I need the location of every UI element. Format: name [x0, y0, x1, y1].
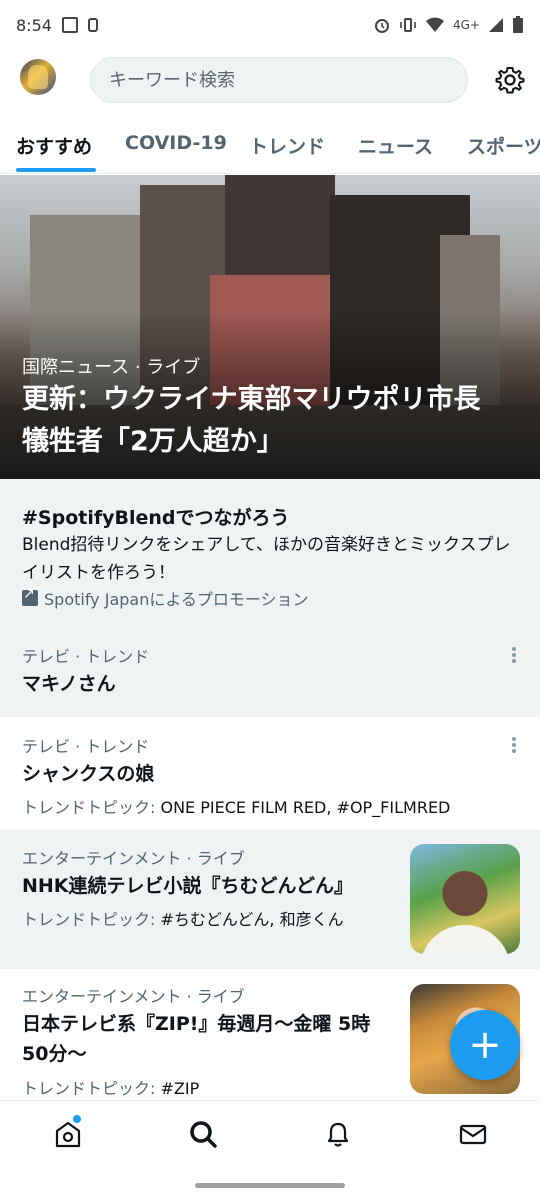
promo-description: Blend招待リンクをシェアして、ほかの音楽好きとミックスプレイリストを作ろう！ [22, 535, 511, 583]
speaker-icon [87, 18, 98, 32]
search-input[interactable] [91, 58, 467, 102]
battery-icon [513, 16, 523, 33]
trend-category: テレビ · トレンド [22, 647, 150, 666]
tab-sports[interactable]: スポーツ [467, 132, 540, 159]
more-options-icon[interactable] [508, 645, 520, 665]
plus-icon: + [468, 1022, 502, 1068]
trend-title: シャンクスの娘 [22, 763, 155, 785]
promoted-icon [22, 586, 38, 606]
trend-topics-value: #ZIP [160, 1079, 200, 1098]
section-divider [0, 479, 540, 489]
hero-news-card[interactable]: 国際ニュース · ライブ 更新：ウクライナ東部マリウポリ市長 犠牲者「2万人超か… [0, 175, 540, 479]
mail-icon[interactable] [458, 1119, 488, 1149]
news-app-icon [61, 17, 78, 33]
alarm-icon [375, 19, 389, 33]
trend-item[interactable]: エンターテインメント · ライブ NHK連続テレビ小説『ちむどんどん』 トレンド… [0, 829, 540, 969]
status-bar: 8:54 4G+ [0, 0, 540, 50]
vibrate-icon [400, 18, 416, 32]
trend-item[interactable]: テレビ · トレンド マキノさん [0, 619, 540, 717]
trend-topics: トレンドトピック: #ZIP [22, 1075, 199, 1099]
home-notification-dot [73, 1115, 81, 1123]
trend-topics-label: トレンドトピック: [22, 910, 161, 929]
search-box[interactable] [90, 57, 468, 103]
trend-title: マキノさん [22, 673, 116, 695]
hero-headline: 更新：ウクライナ東部マリウポリ市長 犠牲者「2万人超か」 [22, 384, 508, 457]
trend-topics-label: トレンドトピック: [22, 798, 161, 817]
search-icon[interactable] [188, 1119, 218, 1149]
trend-thumbnail [410, 844, 520, 954]
bottom-navigation [0, 1100, 540, 1199]
trend-topics-value: ONE PIECE FILM RED, #OP_FILMRED [160, 798, 451, 817]
promo-title: #SpotifyBlendでつながろう [22, 507, 290, 529]
trend-category: テレビ · トレンド [22, 737, 150, 756]
tab-recommended[interactable]: おすすめ [16, 132, 92, 159]
trend-category: エンターテインメント · ライブ [22, 987, 245, 1006]
header [0, 55, 540, 107]
hero-category: 国際ニュース · ライブ [22, 357, 201, 378]
promoted-trend[interactable]: #SpotifyBlendでつながろう Blend招待リンクをシェアして、ほかの… [0, 489, 540, 619]
trend-category: エンターテインメント · ライブ [22, 849, 245, 868]
trend-topics: トレンドトピック: #ちむどんどん, 和彦くん [22, 906, 344, 930]
wifi-icon [426, 17, 444, 32]
signal-icon [489, 18, 503, 32]
trend-topics: トレンドトピック: ONE PIECE FILM RED, #OP_FILMRE… [22, 794, 450, 818]
trend-title: 日本テレビ系『ZIP!』毎週月～金曜 5時50分～ [22, 1013, 371, 1065]
explore-tabs: おすすめ COVID-19 トレンド ニュース スポーツ [0, 118, 540, 174]
network-label: 4G+ [453, 18, 480, 32]
compose-button[interactable]: + [450, 1010, 520, 1080]
avatar[interactable] [20, 59, 56, 95]
trend-topics-value: #ちむどんどん, 和彦くん [160, 910, 344, 929]
trend-item[interactable]: テレビ · トレンド シャンクスの娘 トレンドトピック: ONE PIECE F… [0, 717, 540, 829]
home-icon[interactable] [53, 1119, 83, 1149]
trend-topics-label: トレンドトピック: [22, 1079, 161, 1098]
tab-news[interactable]: ニュース [358, 132, 433, 159]
bell-icon[interactable] [323, 1119, 353, 1149]
trend-title: NHK連続テレビ小説『ちむどんどん』 [22, 875, 353, 897]
gear-icon[interactable] [495, 65, 525, 95]
promoted-by-label: Spotify Japanによるプロモーション [44, 590, 309, 609]
tab-trends[interactable]: トレンド [249, 132, 325, 159]
tab-covid19[interactable]: COVID-19 [125, 132, 227, 154]
home-indicator[interactable] [195, 1183, 345, 1188]
more-options-icon[interactable] [508, 735, 520, 755]
active-tab-indicator [16, 168, 96, 172]
status-time: 8:54 [16, 15, 52, 35]
promoted-by: Spotify Japanによるプロモーション [22, 586, 309, 610]
